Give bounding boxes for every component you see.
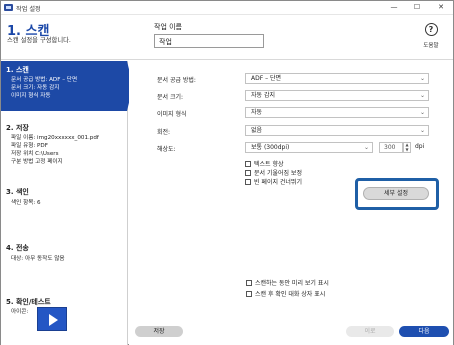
resolution-stepper[interactable]: ▲ ▼ [403, 142, 411, 153]
step-detail: 파일 이름: img20xxxxxx_001.pdf [11, 135, 99, 141]
scan-settings-panel: 문서 공급 방법: ADF – 단면 ⌄ 문서 크기: 자동 감지 ⌄ 이미지 … [129, 61, 453, 345]
page-subtitle: 스캔 설정을 구성합니다. [7, 37, 71, 44]
sidebar-step-send[interactable]: 4. 전송 대상: 아무 동작도 않음 [1, 239, 127, 279]
step-title: 3. 색인 [6, 188, 29, 196]
step-detail: 아이콘: [11, 309, 29, 315]
window-title: 작업 설정 [16, 6, 41, 13]
deskew-label: 문서 기울어짐 보정 [254, 170, 302, 177]
size-label: 문서 크기: [157, 94, 184, 101]
step-detail: 문서 크기: 자동 감지 [11, 85, 60, 91]
maximize-button[interactable]: ☐ [410, 2, 424, 13]
step-detail: 이미지 형식 자동 [11, 93, 51, 99]
rotate-value: 없음 [251, 127, 263, 134]
resolution-label: 해상도: [157, 146, 176, 153]
source-select[interactable]: ADF – 단면 ⌄ [245, 73, 429, 84]
chevron-down-icon: ⌄ [363, 144, 369, 151]
resolution-value: 보통 (300dpi) [251, 144, 290, 151]
help-button[interactable]: ? 도움말 [416, 23, 446, 57]
checkbox-icon [246, 280, 252, 286]
job-name-input[interactable]: 작업 [154, 34, 264, 48]
resolution-unit: dpi [415, 143, 425, 150]
image-format-value: 자동 [251, 109, 263, 116]
step-detail: 구분 방법 고정 페이지 [11, 159, 63, 165]
next-button[interactable]: 다음 [399, 326, 449, 337]
rotate-label: 회전: [157, 129, 171, 136]
close-button[interactable]: ✕ [434, 2, 448, 13]
sidebar-step-save[interactable]: 2. 저장 파일 이름: img20xxxxxx_001.pdf 파일 유형: … [1, 119, 127, 179]
step-title: 2. 저장 [6, 124, 29, 132]
source-label: 문서 공급 방법: [157, 77, 196, 84]
confirm-dialog-checkbox[interactable]: 스캔 후 확인 대화 상자 표시 [246, 289, 325, 298]
step-detail: 문서 공급 방법: ADF – 단면 [11, 77, 78, 83]
source-value: ADF – 단면 [251, 75, 282, 82]
skip-blank-label: 빈 페이지 건너뛰기 [254, 179, 302, 186]
step-detail: 색인 항목: 6 [11, 200, 41, 206]
checkbox-icon [245, 170, 251, 176]
preview-label: 스캔하는 동안 미리 보기 표시 [255, 280, 329, 287]
checkbox-icon [246, 291, 252, 297]
chevron-down-icon: ⌄ [419, 127, 425, 134]
preview-checkbox[interactable]: 스캔하는 동안 미리 보기 표시 [246, 278, 329, 287]
detail-settings-button[interactable]: 세부 설정 [363, 187, 429, 200]
image-format-label: 이미지 형식 [157, 111, 187, 118]
chevron-down-icon: ⌄ [419, 92, 425, 99]
title-bar: 작업 설정 — ☐ ✕ [1, 1, 453, 15]
chevron-down-icon: ⌄ [419, 75, 425, 82]
resolution-custom-input[interactable]: 300 [379, 142, 403, 153]
help-label: 도움말 [423, 43, 439, 49]
job-icon-thumbnail[interactable] [37, 307, 67, 331]
step-detail: 저장 위치 C:\Users [11, 151, 59, 157]
chevron-down-icon: ⌄ [419, 109, 425, 116]
size-select[interactable]: 자동 감지 ⌄ [245, 90, 429, 101]
resolution-select[interactable]: 보통 (300dpi) ⌄ [245, 142, 373, 153]
step-detail: 대상: 아무 동작도 않음 [11, 256, 65, 262]
text-enhance-checkbox[interactable]: 텍스트 향상 [245, 159, 284, 168]
sidebar-step-index[interactable]: 3. 색인 색인 항목: 6 [1, 183, 127, 223]
deskew-checkbox[interactable]: 문서 기울어짐 보정 [245, 168, 302, 177]
skip-blank-checkbox[interactable]: 빈 페이지 건너뛰기 [245, 177, 302, 186]
help-icon: ? [424, 23, 438, 36]
previous-button[interactable]: 이로 [346, 326, 394, 337]
image-format-select[interactable]: 자동 ⌄ [245, 107, 429, 118]
page-header: 1. 스캔 스캔 설정을 구성합니다. 작업 이름 작업 ? 도움말 [1, 15, 453, 60]
app-icon [4, 4, 13, 11]
confirm-dialog-label: 스캔 후 확인 대화 상자 표시 [255, 291, 326, 298]
minimize-button[interactable]: — [387, 2, 401, 13]
text-enhance-label: 텍스트 향상 [254, 161, 284, 168]
job-settings-window: 작업 설정 — ☐ ✕ 1. 스캔 스캔 설정을 구성합니다. 작업 이름 작업… [0, 0, 454, 345]
step-detail: 파일 유형: PDF [11, 143, 48, 149]
play-icon [49, 314, 58, 326]
checkbox-icon [245, 161, 251, 167]
checkbox-icon [245, 179, 251, 185]
step-title: 5. 확인/테스트 [6, 298, 51, 306]
job-name-label: 작업 이름 [154, 23, 182, 31]
size-value: 자동 감지 [251, 92, 275, 99]
step-title: 4. 전송 [6, 244, 29, 252]
save-button[interactable]: 저장 [135, 326, 183, 337]
step-sidebar: 1. 스캔 문서 공급 방법: ADF – 단면 문서 크기: 자동 감지 이미… [1, 61, 133, 345]
sidebar-step-scan[interactable]: 1. 스캔 문서 공급 방법: ADF – 단면 문서 크기: 자동 감지 이미… [1, 61, 133, 111]
rotate-select[interactable]: 없음 ⌄ [245, 125, 429, 136]
step-title: 1. 스캔 [6, 66, 29, 74]
